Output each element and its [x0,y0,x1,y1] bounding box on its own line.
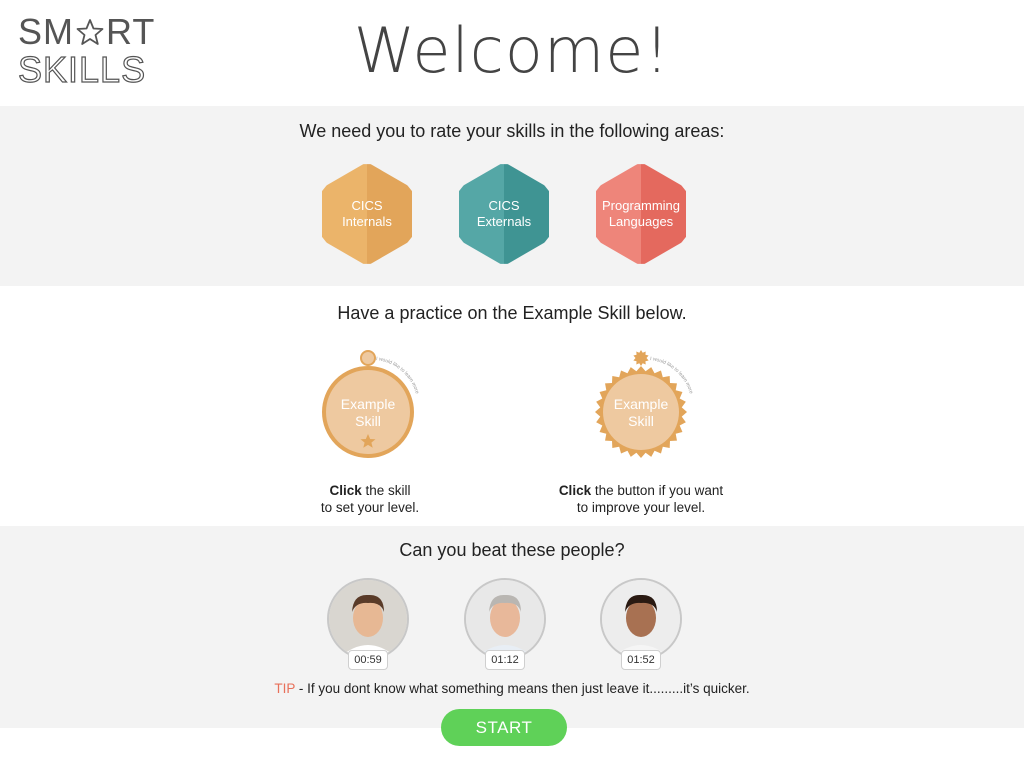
avatar [600,578,682,660]
skill-area-label-line1: CICS [351,198,383,213]
header: SM RT SKILLS Welcome! [0,0,1024,106]
competitor-2: 01:12 [464,578,546,672]
person-photo [602,580,680,658]
instruction-line2: to improve your level. [576,500,706,515]
example-skill-label-line2: Skill [355,413,381,429]
instruction-bold: Click [329,483,362,498]
tip-text: TIP - If you dont know what something me… [0,681,1024,696]
example-skill-label-line1: Example [341,396,396,412]
right-instruction: Click the button if you want to improve … [536,482,746,516]
competitor-3: 01:52 [600,578,682,672]
skill-area-label-line2: Internals [342,214,392,229]
example-skill-label-line2: Skill [628,413,654,429]
avatar [327,578,409,660]
avatar [464,578,546,660]
instruction-bold: Click [558,483,592,498]
badge-body [603,374,679,450]
skill-area-label: Programming Languages [597,198,685,230]
instruction-text: the button if you want [591,483,724,498]
rate-skills-heading: We need you to rate your skills in the f… [299,121,725,141]
improve-button-icon[interactable] [633,350,649,366]
person-photo [466,580,544,658]
example-skill-label-line1: Example [614,396,669,412]
example-skill-badge[interactable]: I would like to learn more Example Skill [590,346,702,462]
people-heading: Can you beat these people? [399,540,625,560]
skill-area-label-line1: CICS [488,198,520,213]
level-handle-icon[interactable] [360,350,376,366]
time-badge: 01:52 [621,650,661,670]
example-skill-circle[interactable]: I would like to learn more Example Skill [316,346,426,462]
start-button[interactable]: START [441,709,567,746]
skill-area-label: CICS Internals [323,198,411,230]
skill-area-label-line2: Externals [476,214,532,229]
left-instruction: Click the skill to set your level. [290,482,450,516]
page-title: Welcome! [353,14,671,87]
skill-area-label: CICS Externals [460,198,548,230]
practice-heading: Have a practice on the Example Skill bel… [337,303,687,323]
time-badge: 01:12 [485,650,525,670]
skill-area-label-line2: Languages [608,214,674,229]
skill-area-label-line1: Programming [601,198,681,213]
instruction-line2: to set your level. [320,500,420,515]
tip-message: - If you dont know what something means … [295,681,750,696]
tip-label: TIP [274,681,296,696]
person-photo [329,580,407,658]
time-badge: 00:59 [348,650,388,670]
competitor-1: 00:59 [327,578,409,672]
instruction-text: the skill [361,483,411,498]
